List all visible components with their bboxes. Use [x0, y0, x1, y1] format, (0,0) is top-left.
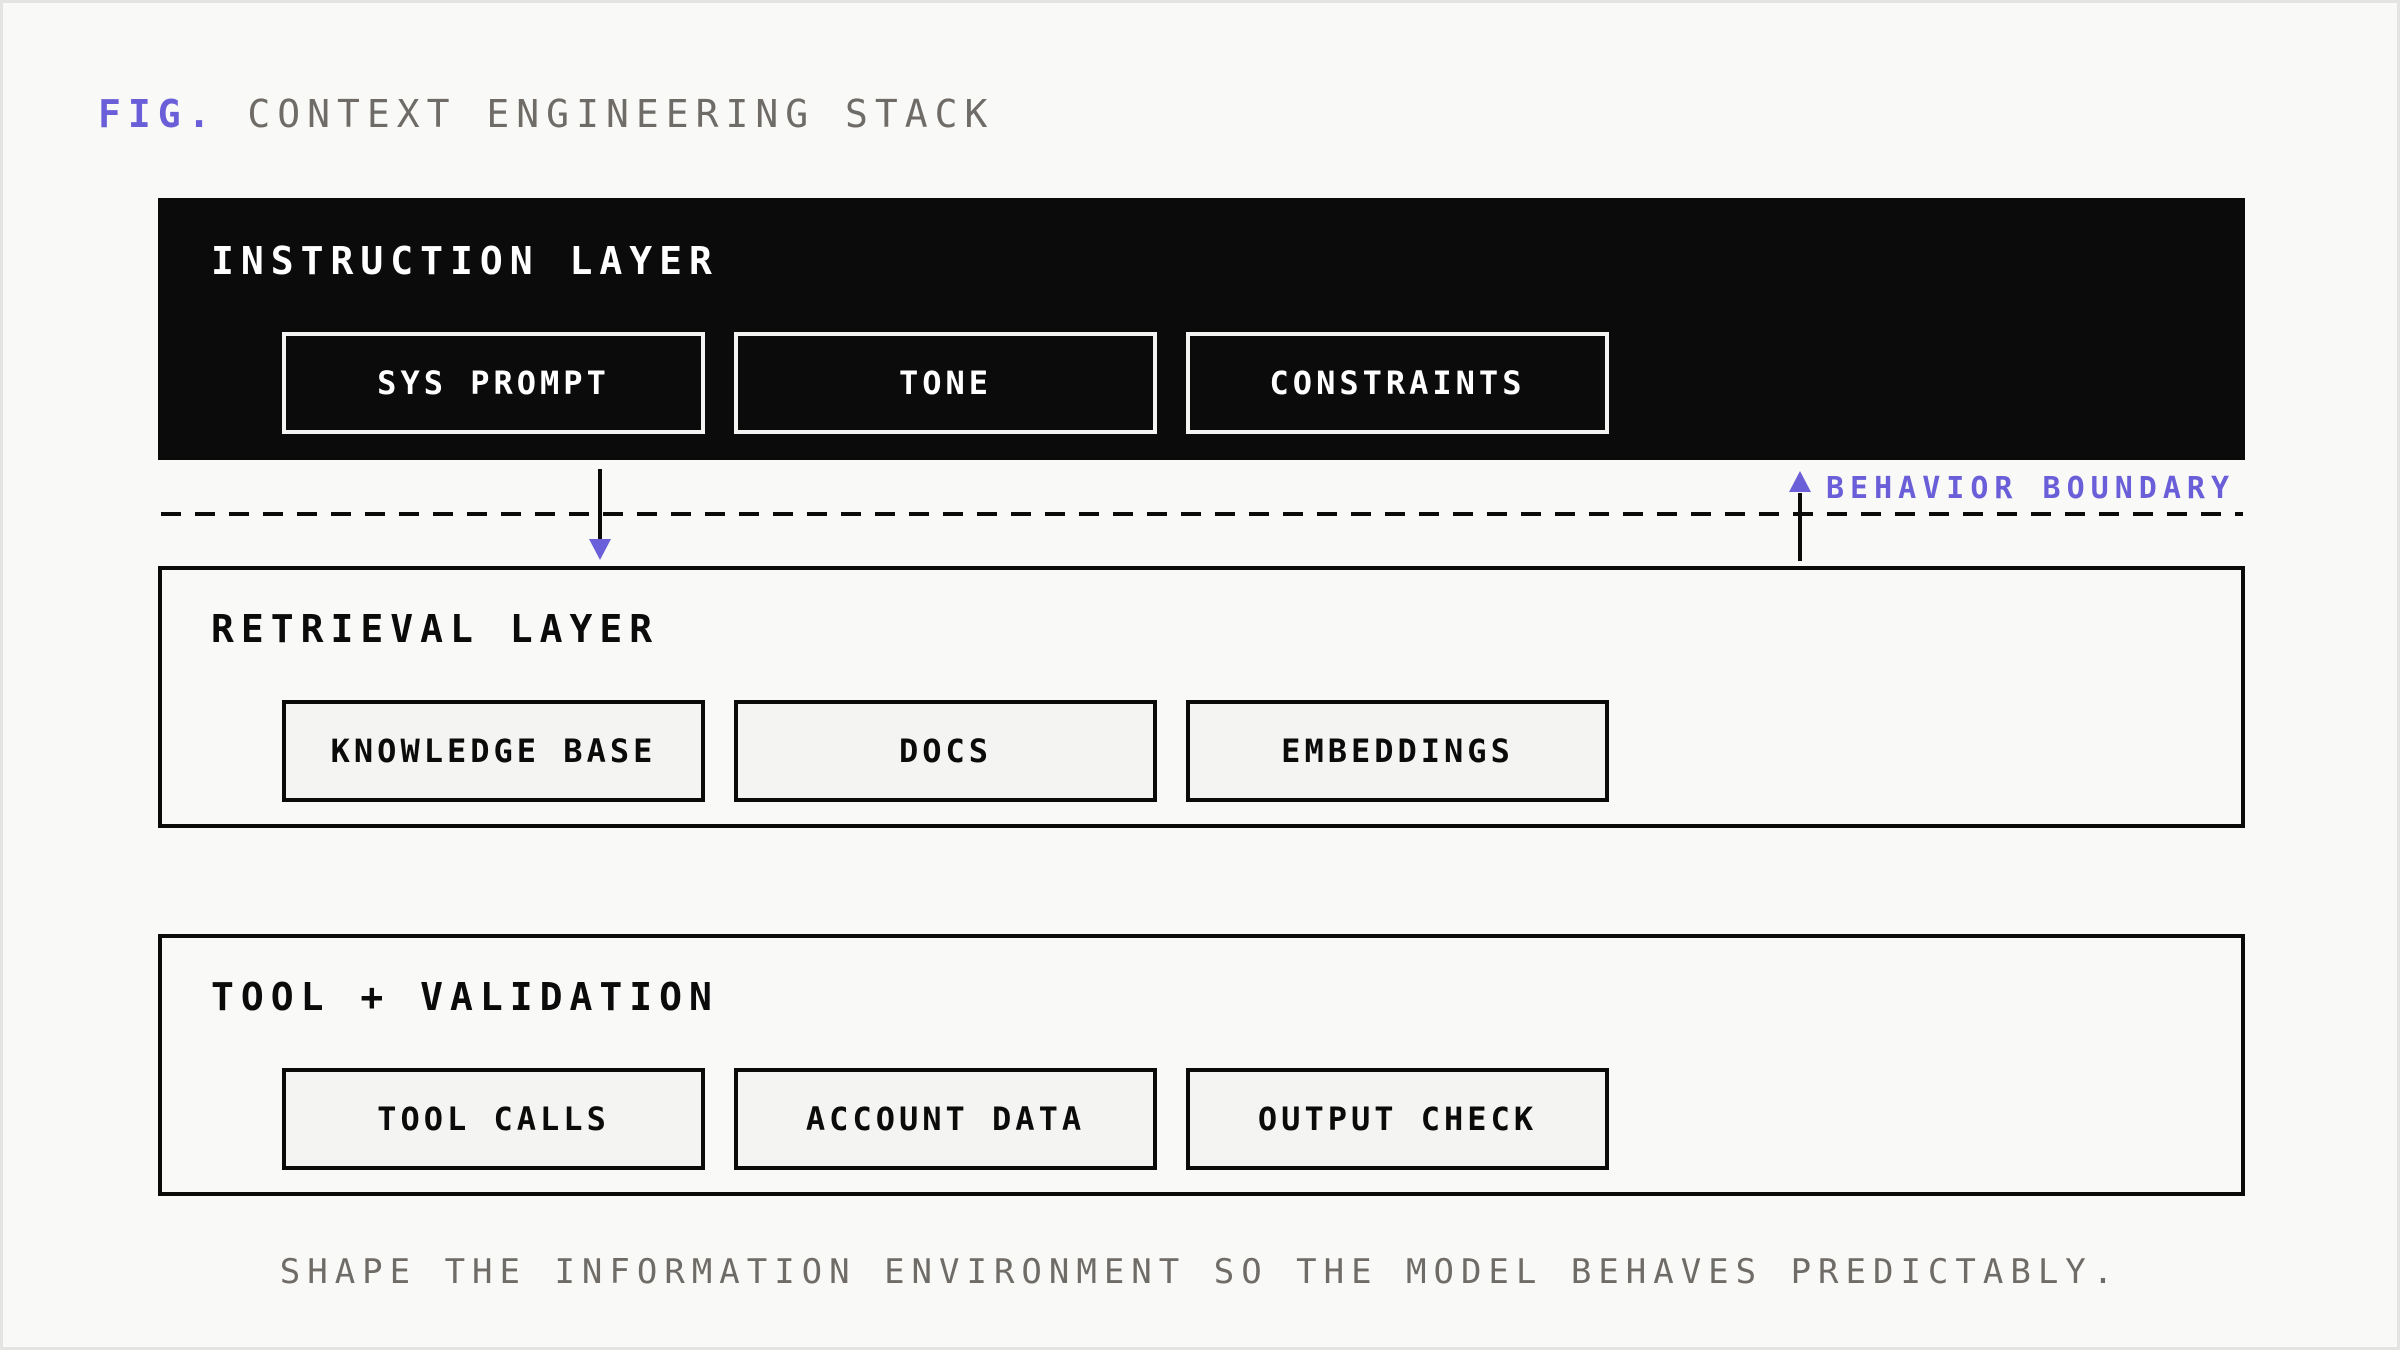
embeddings-box: EMBEDDINGS — [1186, 700, 1609, 802]
knowledge-base-box: KNOWLEDGE BASE — [282, 700, 705, 802]
figure-caption: SHAPE THE INFORMATION ENVIRONMENT SO THE… — [279, 1252, 2121, 1292]
up-arrow-head — [1789, 471, 1811, 492]
behavior-boundary-label: BEHAVIOR BOUNDARY — [1825, 471, 2235, 506]
retrieval-layer: RETRIEVAL LAYER KNOWLEDGE BASE DOCS EMBE… — [158, 566, 2245, 828]
tool-validation-layer: TOOL + VALIDATION TOOL CALLS ACCOUNT DAT… — [158, 934, 2245, 1196]
tool-calls-box: TOOL CALLS — [282, 1068, 705, 1170]
account-data-box: ACCOUNT DATA — [734, 1068, 1157, 1170]
down-arrow-head — [589, 539, 611, 560]
docs-box: DOCS — [734, 700, 1157, 802]
output-check-box: OUTPUT CHECK — [1186, 1068, 1609, 1170]
diagram-canvas: FIG. CONTEXT ENGINEERING STACK INSTRUCTI… — [3, 3, 2397, 1347]
layer-title: TOOL + VALIDATION — [211, 975, 719, 1019]
layer-title: RETRIEVAL LAYER — [211, 607, 660, 651]
